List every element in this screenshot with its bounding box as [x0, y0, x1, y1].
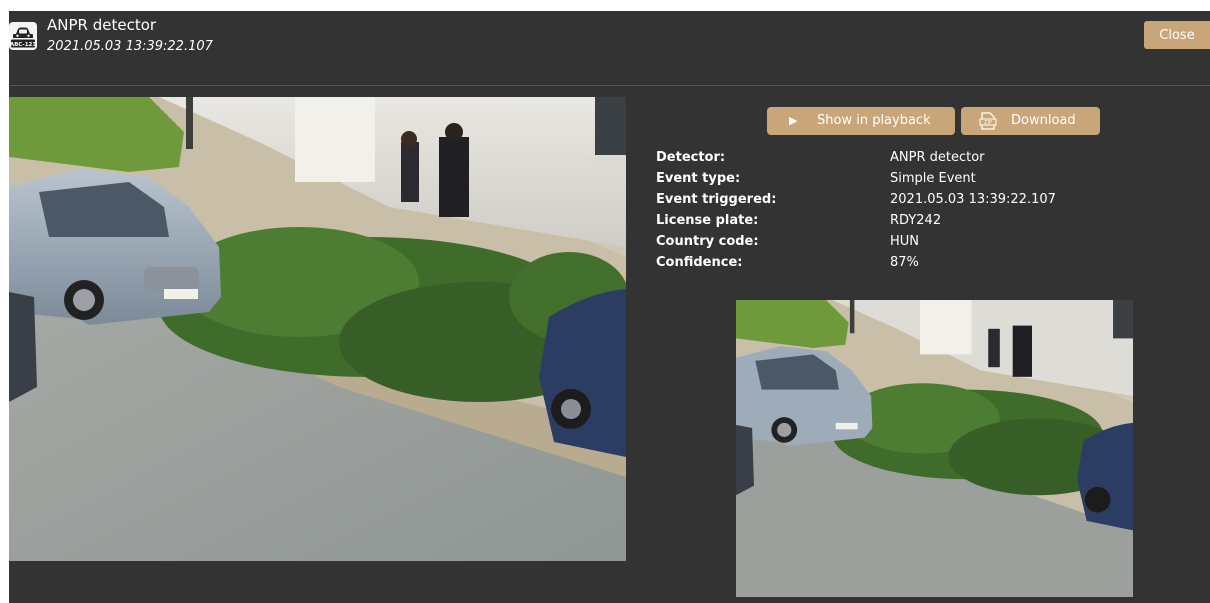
detail-value: RDY242 [890, 213, 942, 228]
detail-label: Event type: [656, 171, 741, 186]
detail-value: Simple Event [890, 171, 976, 186]
detail-label: Event triggered: [656, 192, 777, 207]
detail-value: HUN [890, 234, 920, 249]
zip-icon-text: ZIP [984, 120, 992, 126]
plate-icon-text: ABC-123 [10, 42, 37, 48]
detail-label: Detector: [656, 150, 726, 165]
event-snapshot-image [9, 97, 626, 561]
detail-label: Country code: [656, 234, 759, 249]
zip-file-icon: ZIP [979, 112, 997, 141]
header-divider [9, 85, 1210, 86]
close-button[interactable]: Close [1144, 21, 1210, 49]
show-in-playback-label: Show in playback [817, 113, 931, 128]
detail-label: Confidence: [656, 255, 743, 270]
detail-label: License plate: [656, 213, 759, 228]
page-title: ANPR detector [47, 16, 157, 34]
download-label: Download [1011, 113, 1076, 128]
event-detail-panel: ABC-123 ANPR detector 2021.05.03 13:39:2… [9, 11, 1210, 603]
detail-value: 2021.05.03 13:39:22.107 [890, 192, 1056, 207]
event-thumbnail-image [736, 300, 1133, 597]
play-icon: ▶ [789, 114, 798, 127]
download-button[interactable]: ZIP Download [961, 107, 1100, 135]
show-in-playback-button[interactable]: ▶ Show in playback [767, 107, 955, 135]
detail-value: 87% [890, 255, 919, 270]
anpr-plate-icon: ABC-123 [9, 22, 37, 50]
detail-value: ANPR detector [890, 150, 985, 165]
event-timestamp: 2021.05.03 13:39:22.107 [47, 39, 213, 54]
